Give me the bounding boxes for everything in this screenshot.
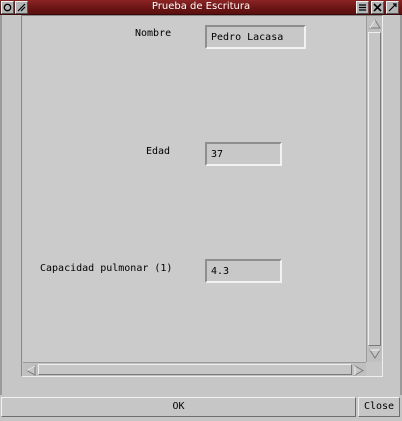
window-list-icon[interactable] xyxy=(356,1,369,14)
horizontal-scroll-thumb[interactable] xyxy=(38,364,352,375)
close-icon[interactable] xyxy=(371,1,384,14)
scroll-left-icon[interactable] xyxy=(24,364,37,376)
edad-field[interactable]: 37 xyxy=(205,142,282,166)
scroll-down-icon[interactable] xyxy=(368,347,381,361)
close-button[interactable]: Close xyxy=(358,397,400,417)
capacidad-field[interactable]: 4.3 xyxy=(205,259,282,283)
window-title: Prueba de Escritura xyxy=(151,1,251,12)
edad-label: Edad xyxy=(146,146,171,157)
title-bar[interactable]: Prueba de Escritura xyxy=(0,0,402,15)
ok-button[interactable]: OK xyxy=(1,397,356,417)
scroll-right-icon[interactable] xyxy=(352,364,365,376)
capacidad-label: Capacidad pulmonar (1) xyxy=(40,263,173,274)
vertical-scrollbar[interactable] xyxy=(366,16,382,362)
maximize-icon[interactable] xyxy=(386,1,399,14)
window-frame-left xyxy=(0,15,2,398)
horizontal-scrollbar[interactable] xyxy=(23,362,366,376)
nombre-field[interactable]: Pedro Lacasa xyxy=(205,25,306,49)
form-panel: Nombre Pedro Lacasa Edad 37 Capacidad pu… xyxy=(23,16,366,362)
nombre-label: Nombre xyxy=(135,28,172,39)
scroll-up-icon[interactable] xyxy=(368,17,381,31)
vertical-scroll-thumb[interactable] xyxy=(368,32,381,346)
scroll-pane: Nombre Pedro Lacasa Edad 37 Capacidad pu… xyxy=(21,15,383,377)
button-bar: OK Close xyxy=(0,395,402,421)
